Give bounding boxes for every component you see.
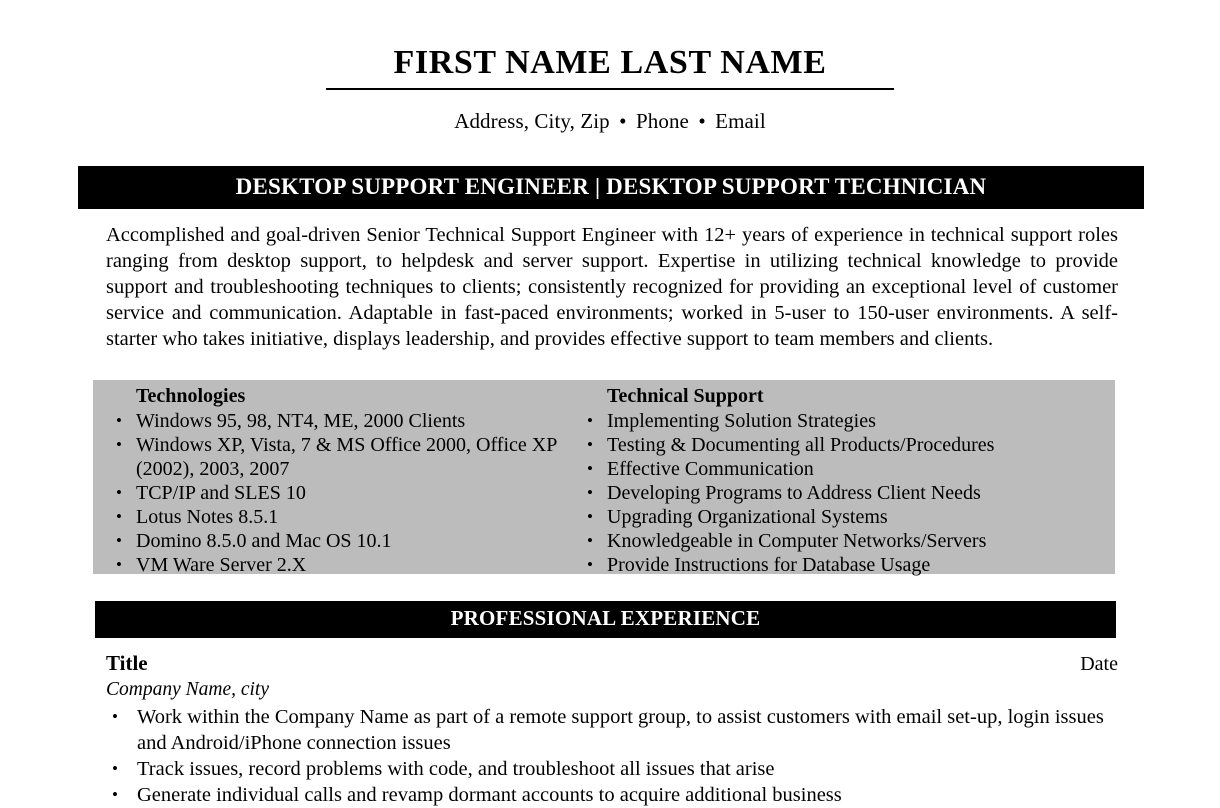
job-entry: Title Date Company Name, city • Work with… [106,652,1118,808]
job-header: Title Date [106,652,1118,675]
list-item-label: Knowledgeable in Computer Networks/Serve… [607,530,987,552]
list-item-label: Windows XP, Vista, 7 & MS Office 2000, O… [136,434,557,480]
resume-page: FIRST NAME LAST NAME Address, City, Zip … [0,0,1220,806]
skills-heading: Technical Support [607,385,764,407]
list-item-label: Track issues, record problems with code,… [137,758,775,781]
list-item: • VM Ware Server 2.X [112,553,583,577]
skills-box: Technologies • Windows 95, 98, NT4, ME, 2… [93,380,1115,577]
experience-section: Title Date Company Name, city • Work with… [106,652,1118,808]
list-item: • Lotus Notes 8.5.1 [112,505,583,529]
skills-heading: Technologies [136,385,246,407]
list-item-label: Provide Instructions for Database Usage [607,554,931,576]
skills-list: • Windows 95, 98, NT4, ME, 2000 Clients • W… [112,409,583,577]
list-item: • Work within the Company Name as part of… [106,704,1118,756]
skills-column-technical-support: Technical Support • Implementing Solution… [583,380,1115,577]
contact-separator-1: • [619,109,627,133]
bullet-icon: • [116,483,122,502]
list-item-label: Generate individual calls and revamp dor… [137,784,842,807]
job-title: Title [106,651,148,675]
resume-header: FIRST NAME LAST NAME Address, City, Zip … [0,0,1220,134]
contact-address: Address, City, Zip [454,109,610,133]
skills-list: • Implementing Solution Strategies • Testin… [583,409,1115,577]
list-item: • Domino 8.5.0 and Mac OS 10.1 [112,529,583,553]
job-target-banner: DESKTOP SUPPORT ENGINEER | DESKTOP SUPPO… [78,166,1144,209]
list-item: • Developing Programs to Address Client N… [583,481,1115,505]
job-date: Date [1080,653,1118,675]
bullet-icon: • [587,507,593,526]
professional-experience-banner: PROFESSIONAL EXPERIENCE [95,601,1116,638]
job-company: Company Name, city [106,679,270,700]
contact-separator-2: • [698,109,706,133]
contact-line: Address, City, Zip • Phone • Email [0,109,1220,134]
bullet-icon: • [112,707,118,727]
bullet-icon: • [587,483,593,502]
bullet-icon: • [112,759,118,779]
skills-column-technologies: Technologies • Windows 95, 98, NT4, ME, 2… [93,380,583,577]
list-item-label: Lotus Notes 8.5.1 [136,506,279,528]
list-item-label: Developing Programs to Address Client Ne… [607,482,981,504]
list-item-label: Windows 95, 98, NT4, ME, 2000 Clients [136,410,466,432]
list-item: • TCP/IP and SLES 10 [112,481,583,505]
bullet-icon: • [116,531,122,550]
bullet-icon: • [116,411,122,430]
list-item: • Windows XP, Vista, 7 & MS Office 2000, … [112,433,583,481]
contact-phone: Phone [635,109,689,133]
list-item: • Windows 95, 98, NT4, ME, 2000 Clients [112,409,583,433]
professional-summary: Accomplished and goal-driven Senior Tech… [106,224,1118,350]
list-item-label: Upgrading Organizational Systems [607,506,888,528]
bullet-icon: • [116,555,122,574]
bullet-icon: • [116,435,122,454]
bullet-icon: • [587,555,593,574]
list-item: • Track issues, record problems with code… [106,756,1118,782]
list-item-label: Implementing Solution Strategies [607,410,876,432]
bullet-icon: • [587,459,593,478]
list-item: • Upgrading Organizational Systems [583,505,1115,529]
list-item: • Generate individual calls and revamp do… [106,782,1118,808]
bullet-icon: • [587,411,593,430]
list-item-label: TCP/IP and SLES 10 [136,482,306,504]
header-divider [326,88,894,90]
bullet-icon: • [112,785,118,805]
list-item: • Knowledgeable in Computer Networks/Serv… [583,529,1115,553]
contact-email: Email [715,109,766,133]
list-item: • Testing & Documenting all Products/Proc… [583,433,1115,457]
list-item-label: VM Ware Server 2.X [136,554,307,576]
list-item: • Provide Instructions for Database Usage [583,553,1115,577]
list-item: • Implementing Solution Strategies [583,409,1115,433]
list-item-label: Domino 8.5.0 and Mac OS 10.1 [136,530,392,552]
list-item-label: Work within the Company Name as part of … [137,706,1104,755]
bullet-icon: • [587,435,593,454]
bullet-icon: • [116,507,122,526]
page-title: FIRST NAME LAST NAME [393,44,827,81]
list-item-label: Testing & Documenting all Products/Proce… [607,434,995,456]
job-bullet-list: • Work within the Company Name as part of… [106,704,1118,808]
list-item-label: Effective Communication [607,458,814,480]
list-item: • Effective Communication [583,457,1115,481]
bullet-icon: • [587,531,593,550]
